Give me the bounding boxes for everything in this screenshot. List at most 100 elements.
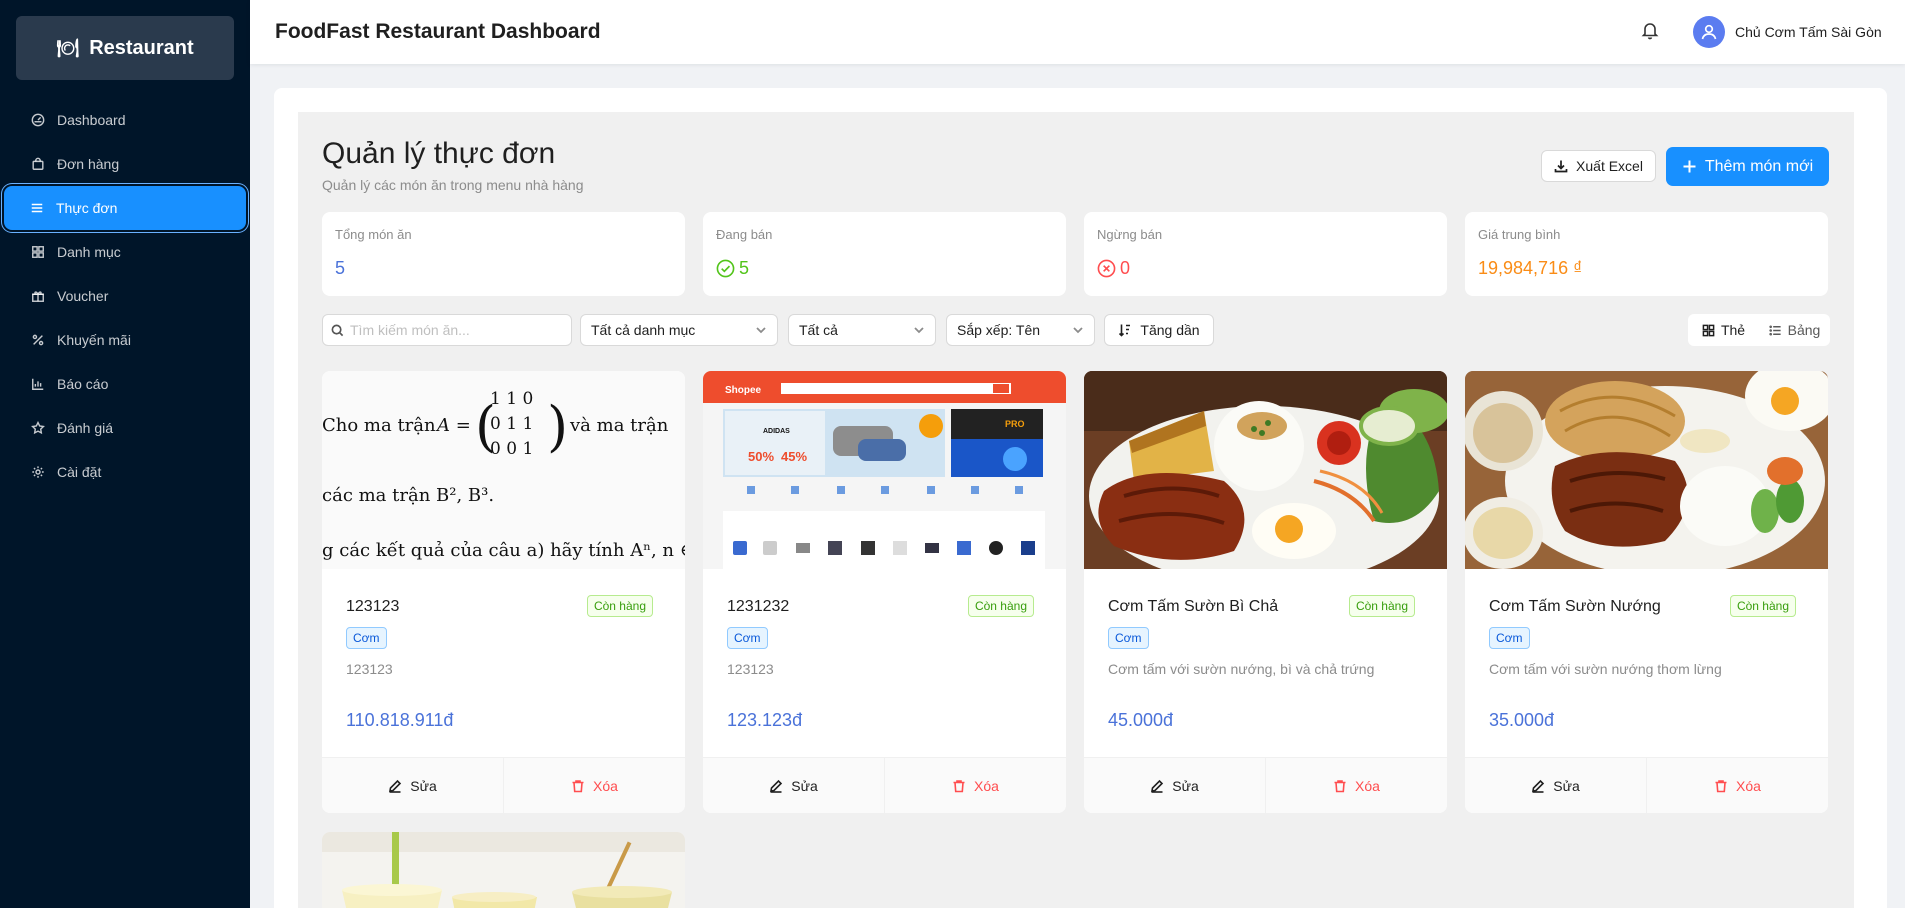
view-card-option[interactable]: Thẻ [1688,314,1759,346]
svg-text:A =: A = [435,415,471,436]
stat-value: 19,984,716 ₫ [1478,258,1582,279]
category-select[interactable]: Tất cả danh mục [580,314,778,346]
stat-label: Ngừng bán [1097,227,1163,242]
search-box[interactable] [322,314,572,346]
user-name[interactable]: Chủ Cơm Tấm Sài Gòn [1735,24,1882,40]
delete-icon [1334,779,1346,792]
view-table-option[interactable]: Bảng [1759,314,1830,346]
percentage-icon [32,334,44,346]
delete-icon [1715,779,1727,792]
edit-icon [1532,779,1545,793]
export-excel-button[interactable]: Xuất Excel [1541,150,1656,182]
search-input[interactable] [350,322,560,338]
user-icon [1701,24,1717,40]
dish-price: 110.818.911đ [346,710,454,730]
sidebar-item-label: Dashboard [57,112,126,128]
appstore-icon [1702,324,1715,336]
logo-text: Restaurant [89,36,194,59]
close-circle-icon [1097,259,1116,278]
drinks-image [322,832,685,908]
sort-select-value: Sắp xếp: Tên [957,322,1041,338]
dish-image [1465,371,1828,569]
edit-button[interactable]: Sửa [703,758,884,813]
status-badge: Còn hàng [1348,595,1415,617]
edit-button[interactable]: Sửa [1465,758,1646,813]
edit-button[interactable]: Sửa [322,758,503,813]
edit-label: Sửa [791,777,818,794]
stat-label: Tổng món ăn [335,227,412,242]
card-actions: Sửa Xóa [1465,757,1828,813]
edit-button[interactable]: Sửa [1084,758,1265,813]
stat-active-dishes: Đang bán 5 [703,212,1066,296]
view-table-label: Bảng [1787,322,1821,338]
sort-select[interactable]: Sắp xếp: Tên [946,314,1095,346]
star-icon [31,421,45,435]
dish-price: 123.123đ [727,710,803,730]
grilled-pork-rice-image [1465,371,1828,569]
app-title: FoodFast Restaurant Dashboard [275,20,601,43]
view-card-label: Thẻ [1720,322,1746,338]
svg-text:0 0 1: 0 0 1 [490,439,533,459]
dish-name: 123123 [346,598,400,615]
sidebar-item-menu[interactable]: Thực đơn [4,186,246,230]
dish-description: Cơm tấm với sườn nướng thơm lừng [1489,661,1722,677]
card-actions: Sửa Xóa [322,757,685,813]
sidebar-item-label: Khuyến mãi [57,332,131,348]
page-subtitle: Quản lý các món ăn trong menu nhà hàng [322,177,584,193]
sort-order-button[interactable]: Tăng dần [1104,314,1214,346]
sidebar-item-settings[interactable]: Cài đặt [3,450,247,494]
page-title: Quản lý thực đơn [322,137,556,170]
promo-brand: ADIDAS [763,428,790,435]
delete-button[interactable]: Xóa [1265,758,1447,813]
sidebar-item-orders[interactable]: Đơn hàng [3,142,247,186]
avatar[interactable] [1693,16,1725,48]
list-icon [1769,324,1781,336]
stat-label: Giá trung bình [1478,227,1561,242]
chevron-down-icon [914,327,924,334]
menu-icon [31,203,43,213]
status-select[interactable]: Tất cả [788,314,936,346]
plate-icon: 🍽 [56,37,80,58]
stat-inactive-dishes: Ngừng bán 0 [1084,212,1447,296]
math-text-1: Cho ma trận [322,415,436,436]
notification-button[interactable] [1640,20,1662,42]
sort-order-label: Tăng dần [1140,322,1200,338]
math-text-3: g các kết quả của câu a) hãy tính Aⁿ, n … [322,540,685,561]
sidebar: 🍽 Restaurant Dashboard Đơn hàng Thực đơn… [0,0,250,908]
sidebar-item-label: Đánh giá [57,420,114,436]
category-select-value: Tất cả danh mục [591,322,696,338]
sidebar-item-reports[interactable]: Báo cáo [3,362,247,406]
delete-button[interactable]: Xóa [1646,758,1828,813]
category-tag: Cơm [1489,627,1530,649]
sidebar-item-categories[interactable]: Danh mục [3,230,247,274]
stat-average-price: Giá trung bình 19,984,716 ₫ [1465,212,1828,296]
category-tag: Cơm [346,627,387,649]
sidebar-item-voucher[interactable]: Voucher [3,274,247,318]
sidebar-item-dashboard[interactable]: Dashboard [3,98,247,142]
sidebar-item-reviews[interactable]: Đánh giá [3,406,247,450]
sidebar-logo[interactable]: 🍽 Restaurant [16,16,234,80]
edit-label: Sửa [410,777,437,794]
dish-card: Shopee ADIDAS 50% 45% PRO 1231232 Còn hà… [703,371,1066,813]
search-icon [331,324,344,336]
shopee-screenshot-image: Shopee ADIDAS 50% 45% PRO [703,371,1066,569]
dish-image [1084,371,1447,569]
status-badge: Còn hàng [1729,595,1796,617]
top-header: FoodFast Restaurant Dashboard Chủ Cơm Tấ… [250,0,1905,64]
delete-label: Xóa [974,777,999,794]
card-actions: Sửa Xóa [703,757,1066,813]
download-icon [1554,160,1568,173]
add-dish-button[interactable]: Thêm món mới [1666,147,1829,186]
bell-icon [1641,23,1659,40]
delete-icon [572,779,584,792]
status-badge: Còn hàng [967,595,1034,617]
sidebar-item-promotions[interactable]: Khuyến mãi [3,318,247,362]
delete-button[interactable]: Xóa [884,758,1066,813]
dish-card: Cơm Tấm Sườn Nướng Còn hàng Cơm Cơm tấm … [1465,371,1828,813]
sidebar-item-label: Voucher [57,288,109,304]
delete-button[interactable]: Xóa [503,758,685,813]
svg-text:0 1 1: 0 1 1 [490,414,533,434]
edit-label: Sửa [1553,777,1580,794]
stat-value: 0 [1097,258,1130,279]
dashboard-icon [31,113,45,127]
